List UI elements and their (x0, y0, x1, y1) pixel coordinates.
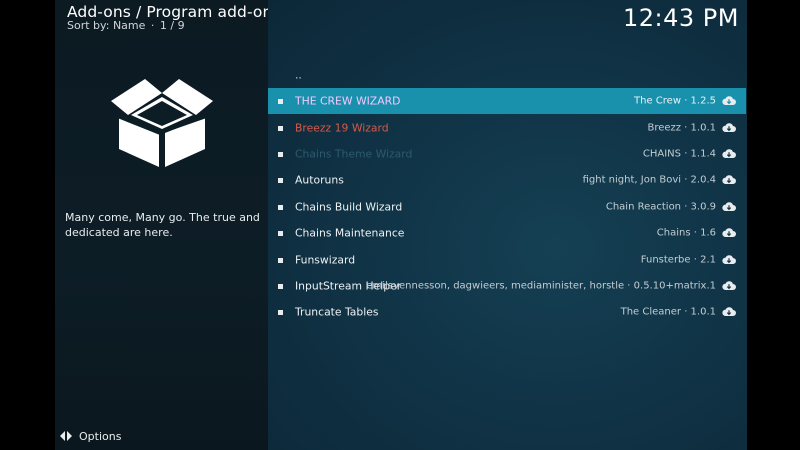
addon-name: Breezz 19 Wizard (295, 121, 389, 135)
addon-list-item[interactable]: Chains Maintenance Chains · 1.6 (268, 220, 746, 246)
addon-description: Many come, Many go. The true and dedicat… (65, 211, 260, 239)
sort-info: Sort by: Name · 1 / 9 (67, 19, 185, 32)
addon-author-version: emilsvennesson, dagwieers, mediaminister… (366, 280, 716, 292)
clock: 12:43 PM (623, 4, 739, 32)
addon-name: THE CREW WIZARD (295, 94, 401, 108)
list-bullet (278, 178, 283, 184)
addon-list-item[interactable]: Breezz 19 Wizard Breezz · 1.0.1 (268, 114, 746, 140)
addon-list-item[interactable]: Truncate Tables The Cleaner · 1.0.1 (268, 299, 746, 325)
options-label: Options (79, 429, 122, 443)
addon-list-item[interactable]: Chains Theme Wizard CHAINS · 1.1.4 (268, 141, 746, 167)
addon-name: Funswizard (295, 253, 356, 267)
addon-list-item[interactable]: Funswizard Funsterbe · 2.1 (268, 246, 746, 272)
sort-separator: · (150, 19, 155, 32)
addon-author-version: Breezz · 1.0.1 (647, 122, 716, 134)
list-bullet (278, 125, 283, 131)
parent-folder-label: .. (295, 68, 302, 82)
list-bullet (278, 204, 283, 210)
addon-list-item[interactable]: InputStream Helper emilsvennesson, dagwie… (268, 273, 746, 299)
list-bullet (278, 257, 283, 263)
parent-folder-item[interactable]: .. (268, 62, 746, 88)
addon-name: Truncate Tables (295, 305, 379, 319)
addon-author-version: Funsterbe · 2.1 (640, 254, 716, 266)
addon-author-version: The Crew · 1.2.5 (634, 95, 716, 107)
sort-label[interactable]: Sort by: Name (67, 19, 145, 32)
addon-author-version: The Cleaner · 1.0.1 (620, 306, 716, 318)
addon-list-item[interactable]: Chains Build Wizard Chain Reaction · 3.0.… (268, 194, 746, 220)
addon-list: .. THE CREW WIZARD The Crew · 1.2.5 Breezz… (268, 62, 747, 326)
info-panel: Add-ons / Program add-ons Sort by: Name … (55, 0, 281, 450)
addon-name: Chains Build Wizard (295, 200, 403, 214)
addon-author-version: CHAINS · 1.1.4 (642, 148, 716, 160)
cloud-download-icon (722, 202, 736, 211)
addon-name: Chains Maintenance (295, 226, 405, 240)
addon-author-version: fight night, Jon Bovi · 2.0.4 (582, 174, 716, 186)
cloud-download-icon (722, 281, 736, 290)
list-bullet (278, 283, 283, 289)
options-arrows-icon (60, 431, 72, 441)
cloud-download-icon (722, 149, 736, 158)
list-bullet (278, 151, 283, 157)
cloud-download-icon (722, 307, 736, 317)
cloud-download-icon (722, 228, 736, 238)
options-button[interactable]: Options (59, 428, 121, 444)
cloud-download-icon (722, 254, 736, 264)
addon-list-item[interactable]: THE CREW WIZARD The Crew · 1.2.5 (268, 88, 746, 115)
open-box-icon (111, 79, 213, 167)
list-bullet (278, 99, 283, 105)
cloud-download-icon (722, 175, 736, 185)
addon-author-version: Chain Reaction · 3.0.9 (605, 201, 716, 213)
list-bullet (278, 310, 283, 316)
addon-list-item[interactable]: Autoruns fight night, Jon Bovi · 2.0.4 (268, 167, 746, 193)
addon-name: Chains Theme Wizard (295, 147, 413, 161)
page-counter: 1 / 9 (159, 19, 185, 32)
cloud-download-icon (722, 122, 736, 132)
addon-author-version: Chains · 1.6 (656, 227, 716, 239)
addon-name: Autoruns (295, 173, 344, 187)
cloud-download-icon (722, 96, 736, 106)
list-bullet (278, 231, 283, 237)
